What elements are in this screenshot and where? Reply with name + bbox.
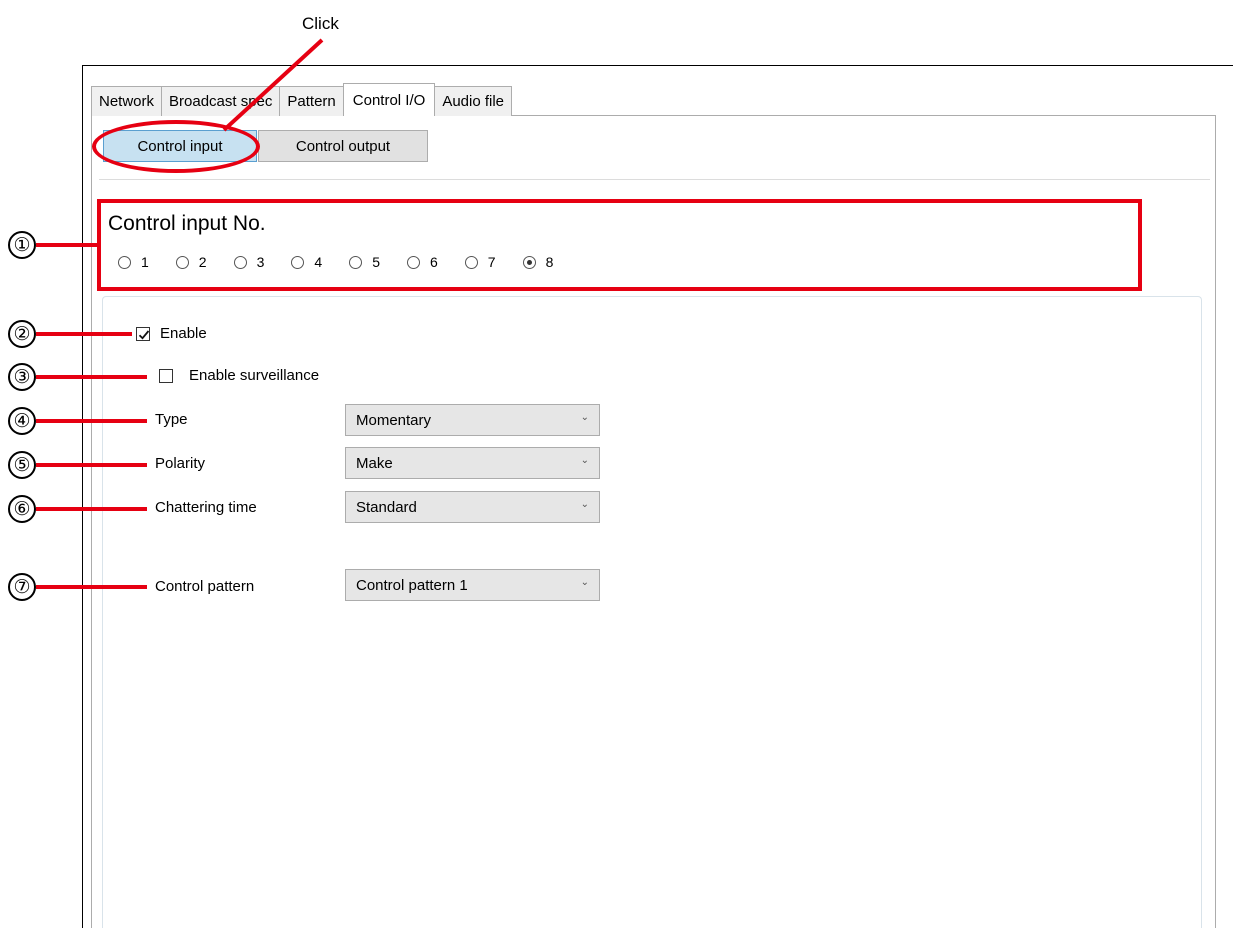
callout-2: ②	[8, 320, 36, 348]
click-highlight-ellipse	[92, 120, 260, 173]
control-input-highlight-box	[97, 199, 1142, 291]
tab-control-io[interactable]: Control I/O	[342, 83, 436, 116]
callout-3: ③	[8, 363, 36, 391]
callout-6: ⑥	[8, 495, 36, 523]
callout-1: ①	[8, 231, 36, 259]
callout-5: ⑤	[8, 451, 36, 479]
callout-7: ⑦	[8, 573, 36, 601]
callout-4: ④	[8, 407, 36, 435]
